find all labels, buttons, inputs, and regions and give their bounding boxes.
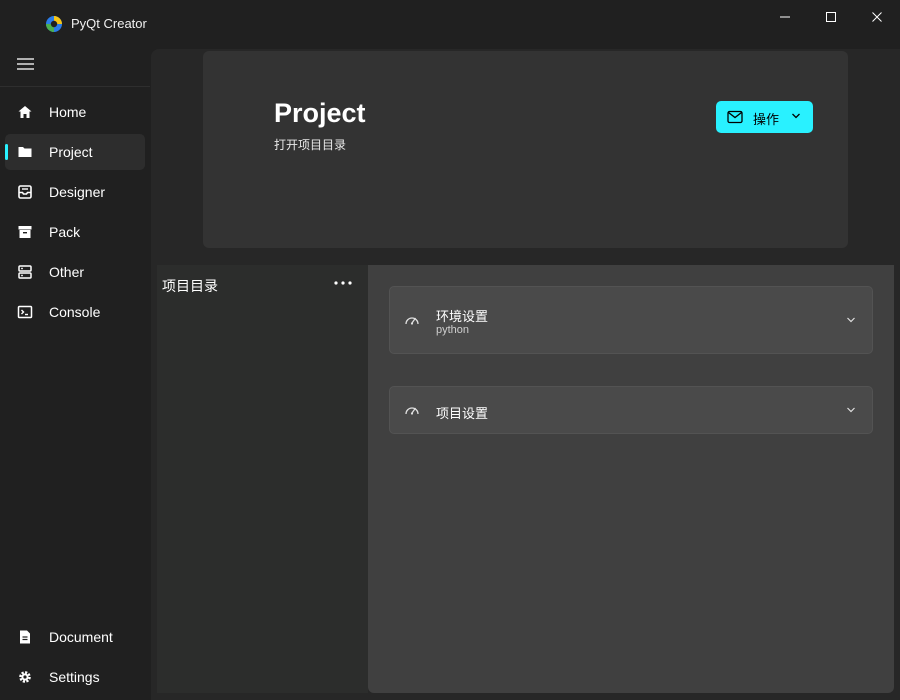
minimize-button[interactable] xyxy=(762,0,808,34)
selected-indicator xyxy=(5,144,8,160)
document-icon xyxy=(20,630,30,644)
card-title: 环境设置 xyxy=(436,309,489,324)
sidebar-item-label: Document xyxy=(49,629,113,645)
sidebar-item-console[interactable]: Console xyxy=(5,294,145,330)
sidebar-item-label: Home xyxy=(49,104,87,120)
sidebar-item-label: Console xyxy=(49,304,101,320)
maximize-button[interactable] xyxy=(808,0,854,34)
action-dropdown-button[interactable]: 操作 xyxy=(716,101,813,133)
sidebar-item-label: Settings xyxy=(49,669,100,685)
project-tree-panel[interactable] xyxy=(157,265,368,693)
sidebar-item-pack[interactable]: Pack xyxy=(5,214,145,250)
terminal-icon xyxy=(17,305,33,319)
home-icon xyxy=(18,106,32,118)
menu-toggle-button[interactable] xyxy=(6,48,44,80)
gear-icon xyxy=(19,671,31,683)
project-tree-more-button[interactable] xyxy=(330,272,356,294)
sidebar-item-label: Designer xyxy=(49,184,106,200)
card-title: 项目设置 xyxy=(436,406,489,421)
chevron-down-icon[interactable] xyxy=(846,316,856,324)
sidebar-item-designer[interactable]: Designer xyxy=(5,174,145,210)
action-button-label: 操作 xyxy=(753,112,780,127)
pyqt-logo-icon xyxy=(46,16,62,32)
inbox-tray-icon xyxy=(18,185,32,199)
chevron-down-icon xyxy=(792,113,800,119)
sidebar-item-document[interactable]: Document xyxy=(5,619,145,655)
project-settings-card[interactable]: 项目设置 xyxy=(389,386,873,434)
more-horizontal-icon xyxy=(334,281,352,285)
sidebar-item-home[interactable]: Home xyxy=(5,94,145,130)
sidebar-item-label: Project xyxy=(49,144,93,160)
archive-box-icon xyxy=(18,226,32,238)
project-tree-title: 项目目录 xyxy=(162,278,218,294)
close-button[interactable] xyxy=(854,0,900,34)
speedometer-icon xyxy=(405,317,419,325)
chevron-down-icon[interactable] xyxy=(846,406,856,414)
nav-divider xyxy=(0,86,150,87)
speedometer-icon xyxy=(405,407,419,415)
card-subtitle: python xyxy=(436,324,470,336)
hamburger-menu-icon xyxy=(16,58,34,70)
mail-icon xyxy=(727,110,743,124)
title-bar: PyQt Creator xyxy=(0,0,900,46)
folder-icon xyxy=(18,147,32,157)
page-subtitle: 打开项目目录 xyxy=(274,138,347,152)
close-icon xyxy=(872,12,882,22)
sidebar-item-other[interactable]: Other xyxy=(5,254,145,290)
server-icon xyxy=(18,265,32,279)
sidebar-item-project[interactable]: Project xyxy=(5,134,145,170)
maximize-icon xyxy=(826,12,836,22)
page-title: Project xyxy=(274,98,366,128)
app-title: PyQt Creator xyxy=(71,16,147,31)
environment-settings-card[interactable]: 环境设置 python xyxy=(389,286,873,354)
minimize-icon xyxy=(780,16,790,18)
sidebar-item-settings[interactable]: Settings xyxy=(5,659,145,695)
sidebar-item-label: Pack xyxy=(49,224,81,240)
sidebar-item-label: Other xyxy=(49,264,85,280)
